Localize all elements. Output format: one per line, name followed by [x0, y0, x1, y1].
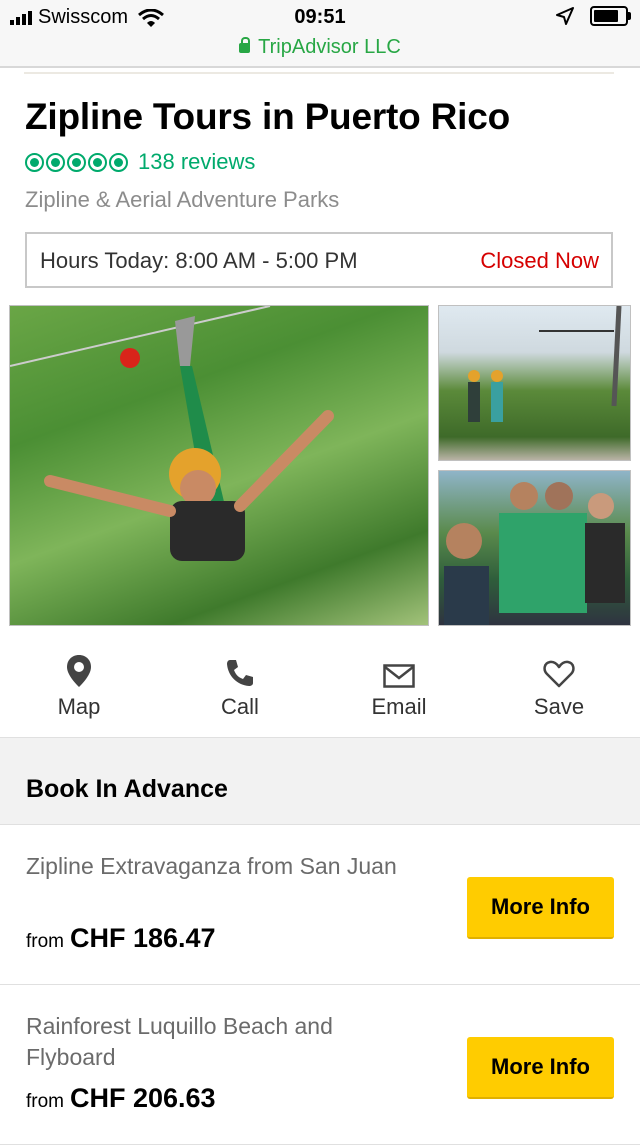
url-bar-border	[0, 66, 640, 68]
reviews-link[interactable]: 138 reviews	[138, 149, 255, 175]
email-label: Email	[371, 694, 427, 719]
map-button[interactable]: Map	[19, 650, 139, 720]
rating[interactable]: 138 reviews	[25, 149, 255, 175]
heart-icon	[543, 660, 575, 688]
call-label: Call	[221, 694, 259, 719]
platform-illustration	[468, 306, 622, 422]
map-pin-icon	[67, 655, 91, 687]
category-label[interactable]: Zipline & Aerial Adventure Parks	[25, 187, 339, 213]
battery-icon	[590, 6, 631, 26]
section-title: Book In Advance	[26, 775, 228, 803]
product-price: from CHF 206.63	[26, 1083, 216, 1114]
location-arrow-icon	[556, 7, 574, 25]
envelope-icon	[383, 664, 415, 688]
header-shadow	[24, 72, 614, 74]
zipline-rider-illustration	[10, 306, 334, 561]
zipline-platform-photo[interactable]	[438, 305, 631, 461]
clock: 09:51	[294, 6, 346, 28]
price-prefix: from	[26, 931, 64, 952]
open-status: Closed Now	[480, 248, 599, 273]
rating-bubble-icon	[109, 152, 128, 172]
action-row: Map Call Email Save	[0, 650, 640, 736]
email-button[interactable]: Email	[339, 650, 459, 720]
rating-bubble-icon	[67, 152, 86, 172]
product-name[interactable]: Zipline Extravaganza from San Juan	[26, 851, 426, 882]
zipline-rider-photo[interactable]	[9, 305, 429, 626]
map-label: Map	[57, 694, 101, 719]
hours-today: Hours Today: 8:00 AM - 5:00 PM	[40, 248, 358, 273]
page-title: Zipline Tours in Puerto Rico	[25, 96, 511, 137]
price-value: CHF 206.63	[70, 1083, 216, 1113]
phone-icon	[227, 660, 253, 686]
product-name[interactable]: Rainforest Luquillo Beach and Flyboard	[26, 1011, 426, 1073]
more-info-button[interactable]: More Info	[467, 877, 614, 939]
more-info-button[interactable]: More Info	[467, 1037, 614, 1099]
hours-box[interactable]: Hours Today: 8:00 AM - 5:00 PM Closed No…	[25, 232, 613, 288]
site-name: TripAdvisor LLC	[258, 36, 401, 58]
lock-icon	[239, 37, 251, 53]
list-item[interactable]: Rainforest Luquillo Beach and Flyboard f…	[0, 985, 640, 1145]
book-section-header: Book In Advance	[0, 737, 640, 825]
group-illustration	[444, 482, 625, 625]
save-button[interactable]: Save	[499, 650, 619, 720]
status-right	[556, 6, 631, 26]
price-value: CHF 186.47	[70, 923, 216, 953]
product-price: from CHF 186.47	[26, 923, 216, 954]
group-selfie-photo[interactable]	[438, 470, 631, 626]
call-button[interactable]: Call	[180, 650, 300, 720]
url-bar[interactable]: TripAdvisor LLC	[0, 36, 640, 66]
rating-bubble-icon	[88, 152, 107, 172]
list-item[interactable]: Zipline Extravaganza from San Juan from C…	[0, 825, 640, 985]
save-label: Save	[533, 694, 585, 719]
status-bar: Swisscom 09:51	[0, 0, 640, 36]
rating-bubble-icon	[46, 152, 65, 172]
price-prefix: from	[26, 1091, 64, 1112]
rating-bubble-icon	[25, 152, 44, 172]
